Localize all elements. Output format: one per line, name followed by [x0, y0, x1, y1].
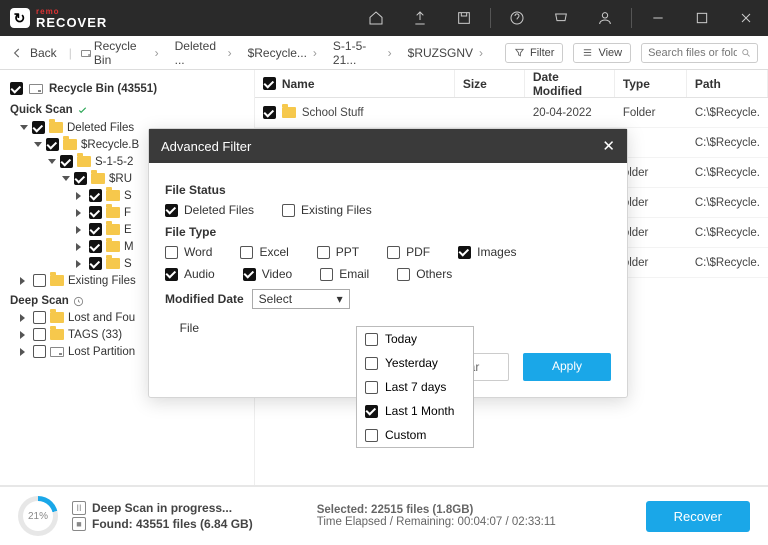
root-node[interactable]: Recycle Bin (43551) [6, 78, 248, 101]
opt-video[interactable]: Video [243, 267, 292, 281]
view-button[interactable]: View [573, 43, 631, 63]
pause-icon[interactable]: II [72, 501, 86, 515]
opt-word[interactable]: Word [165, 245, 212, 259]
crumb-4[interactable]: $RUZSGNV› [404, 44, 491, 62]
search-input[interactable] [641, 43, 758, 63]
close-icon[interactable] [724, 0, 768, 36]
crumb-1[interactable]: Deleted ...› [171, 37, 240, 69]
app-name: RECOVER [36, 16, 107, 29]
opt-existing-files[interactable]: Existing Files [282, 203, 372, 217]
opt-others[interactable]: Others [397, 267, 452, 281]
export-icon[interactable] [398, 0, 442, 36]
dd-yesterday[interactable]: Yesterday [357, 351, 473, 375]
footer: 21% II Deep Scan in progress... ■ Found: 4… [0, 485, 768, 545]
modified-date-select[interactable]: Select▾ [252, 289, 350, 309]
opt-audio[interactable]: Audio [165, 267, 215, 281]
modified-date-label: Modified Date [165, 292, 244, 306]
scan-status: Deep Scan in progress... [92, 501, 232, 515]
check-icon [77, 105, 88, 116]
modal-titlebar: Advanced Filter ✕ [149, 129, 627, 163]
file-status-label: File Status [165, 183, 611, 197]
table-row[interactable]: School Stuff 20-04-2022 Folder C:\$Recyc… [255, 98, 768, 128]
opt-deleted-files[interactable]: Deleted Files [165, 203, 254, 217]
file-name-label: File [165, 321, 199, 335]
help-icon[interactable] [495, 0, 539, 36]
dd-today[interactable]: Today [357, 327, 473, 351]
crumb-root[interactable]: Recycle Bin› [76, 37, 167, 69]
back-label: Back [30, 46, 57, 60]
file-type-label: File Type [165, 225, 611, 239]
apply-button[interactable]: Apply [523, 353, 611, 381]
col-type[interactable]: Type [615, 70, 687, 97]
save-icon[interactable] [442, 0, 486, 36]
col-date[interactable]: Date Modified [525, 70, 615, 97]
col-name[interactable]: Name [255, 70, 455, 97]
crumb-2[interactable]: $Recycle...› [244, 44, 325, 62]
filter-button[interactable]: Filter [505, 43, 563, 63]
drive-icon [29, 84, 43, 94]
clock-icon [73, 296, 84, 307]
dd-last1m[interactable]: Last 1 Month [357, 399, 473, 423]
app-logo: ↻ remo RECOVER [10, 8, 107, 29]
dd-last7[interactable]: Last 7 days [357, 375, 473, 399]
col-path[interactable]: Path [687, 70, 768, 97]
opt-excel[interactable]: Excel [240, 245, 288, 259]
opt-pdf[interactable]: PDF [387, 245, 430, 259]
opt-ppt[interactable]: PPT [317, 245, 359, 259]
logo-icon: ↻ [10, 8, 30, 28]
date-dropdown: Today Yesterday Last 7 days Last 1 Month… [356, 326, 474, 448]
user-icon[interactable] [583, 0, 627, 36]
modal-close-icon[interactable]: ✕ [602, 137, 615, 155]
modal-title: Advanced Filter [161, 139, 251, 154]
crumb-3[interactable]: S-1-5-21...› [329, 37, 400, 69]
opt-email[interactable]: Email [320, 267, 369, 281]
time-text: Time Elapsed / Remaining: 00:04:07 / 02:… [317, 516, 556, 528]
selected-text: Selected: 22515 files (1.8GB) [317, 504, 556, 516]
dd-custom[interactable]: Custom [357, 423, 473, 447]
col-size[interactable]: Size [455, 70, 525, 97]
quick-scan-label: Quick Scan [6, 101, 248, 119]
home-icon[interactable] [354, 0, 398, 36]
search-icon [741, 47, 751, 59]
opt-images[interactable]: Images [458, 245, 516, 259]
maximize-icon[interactable] [680, 0, 724, 36]
stop-icon[interactable]: ■ [72, 517, 86, 531]
cart-icon[interactable] [539, 0, 583, 36]
breadcrumb-bar: Back | Recycle Bin› Deleted ...› $Recycl… [0, 36, 768, 70]
recover-button[interactable]: Recover [646, 501, 750, 532]
progress-ring: 21% [18, 496, 58, 536]
minimize-icon[interactable] [636, 0, 680, 36]
titlebar: ↻ remo RECOVER [0, 0, 768, 36]
back-button[interactable]: Back [10, 46, 65, 60]
root-checkbox[interactable] [10, 82, 23, 95]
found-status: Found: 43551 files (6.84 GB) [92, 517, 253, 531]
